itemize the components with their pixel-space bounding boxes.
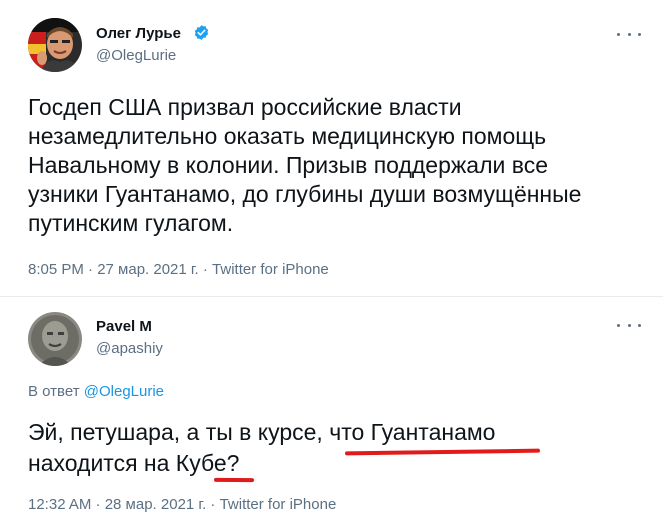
tweet-text-line: незамедлительно оказать медицинскую помо… [28,123,547,149]
author-name[interactable]: Pavel M [96,318,152,335]
reply-context: В ответ @OlegLurie [28,383,164,400]
author-name[interactable]: Олег Лурье [96,25,181,42]
verified-badge-icon [194,25,209,40]
reply-to-link[interactable]: @OlegLurie [84,383,164,400]
reply-prefix: В ответ [28,383,84,400]
tweet-text: Госдеп США призвал российские власти нез… [28,93,653,238]
more-horizontal-icon[interactable] [617,317,641,333]
author-handle[interactable]: @apashiy [96,340,163,357]
avatar-photo-icon [28,312,82,366]
tweet-reply: Pavel M @apashiy В ответ @OlegLurie Эй, … [0,297,663,531]
red-underline-annotation [213,477,255,483]
more-horizontal-icon[interactable] [617,26,641,42]
avatar-pavel-m[interactable] [28,312,82,366]
tweet-text-line: находится на Кубе? [28,450,240,476]
tweet-text-line: узники Гуантанамо, до глубины души возму… [28,181,582,207]
tweet-text-line: Госдеп США призвал российские власти [28,94,462,120]
tweet-text-line: Эй, петушара, а ты в курсе, что Гуантана… [28,419,496,445]
avatar-oleg-lurie[interactable] [28,18,82,72]
tweet-timestamp[interactable]: 8:05 PM · 27 мар. 2021 г. · Twitter for … [28,261,329,278]
tweet-original: Олег Лурье @OlegLurie Госдеп США призвал… [0,0,663,296]
tweet-timestamp[interactable]: 12:32 AM · 28 мар. 2021 г. · Twitter for… [28,496,336,513]
tweet-text: Эй, петушара, а ты в курсе, что Гуантана… [28,417,653,479]
tweet-text-line: путинским гулагом. [28,210,234,236]
author-handle[interactable]: @OlegLurie [96,47,176,64]
avatar-photo-icon [28,18,82,72]
tweet-text-line: Навальному в колонии. Призыв поддержали … [28,152,548,178]
